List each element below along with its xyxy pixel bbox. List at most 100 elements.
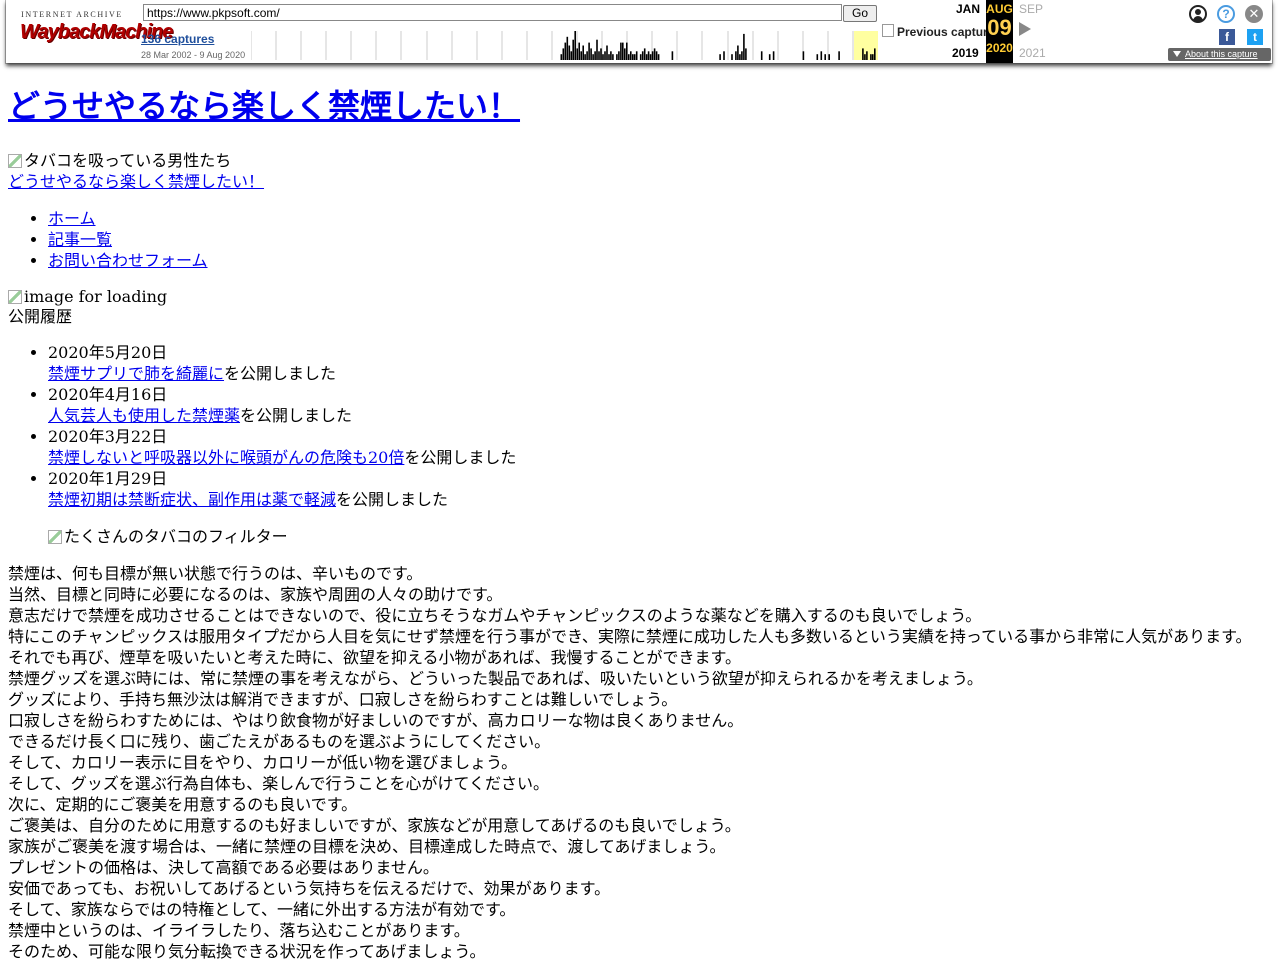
- sparkline-bar: [618, 51, 620, 60]
- sparkline-bar: [735, 51, 737, 60]
- history-link[interactable]: 人気芸人も使用した禁煙薬: [48, 406, 240, 425]
- article-body: 禁煙は、何も目標が無い状態で行うのは、辛いものです。 当然、目標と同時に必要にな…: [8, 563, 1272, 960]
- body-line: そして、カロリー表示に目をやり、カロリーが低い物を選びましょう。: [8, 753, 518, 772]
- sparkline-bar: [604, 51, 606, 60]
- sparkline-bar: [864, 54, 866, 60]
- sparkline-bar: [622, 42, 624, 60]
- sparkline-bar: [870, 54, 872, 60]
- body-line: 禁煙グッズを選ぶ時には、常に禁煙の事を考えながら、どういった製品であれば、吸いた…: [8, 669, 983, 688]
- sparkline-bar: [737, 45, 739, 60]
- list-item: 2020年4月16日 人気芸人も使用した禁煙薬を公開しました: [48, 384, 1272, 426]
- sparkline-bar: [655, 51, 658, 60]
- history-date: 2020年3月22日: [48, 427, 168, 446]
- facebook-icon[interactable]: f: [1219, 29, 1235, 45]
- sparkline-bar: [594, 51, 596, 60]
- sparkline-bar: [612, 54, 614, 60]
- sparkline-bar: [820, 51, 823, 60]
- sparkline-bar: [572, 39, 574, 60]
- sparkline-bar: [768, 54, 771, 60]
- sparkline-bar: [816, 54, 819, 60]
- nav-link-contact[interactable]: お問い合わせフォーム: [48, 251, 208, 270]
- captures-link[interactable]: 136 captures: [141, 32, 214, 46]
- sparkline-bar: [588, 42, 590, 60]
- sparkline-bar: [584, 54, 586, 60]
- list-item: 2020年5月20日 禁煙サプリで肺を綺麗にを公開しました: [48, 342, 1272, 384]
- capture-range: 28 Mar 2002 - 9 Aug 2020: [141, 50, 246, 60]
- body-line: 禁煙は、何も目標が無い状態で行うのは、辛いものです。: [8, 564, 423, 583]
- sparkline-bar: [772, 51, 775, 60]
- sparkline-bar: [872, 54, 874, 60]
- history-link[interactable]: 禁煙初期は禁断症状、副作用は薬で軽減: [48, 490, 336, 509]
- body-line: 次に、定期的にご褒美を用意するのも良いです。: [8, 795, 358, 814]
- url-input[interactable]: [143, 4, 842, 21]
- sparkline-bar: [862, 48, 864, 60]
- year-next: 2021: [1019, 46, 1046, 60]
- sparkline-bar: [649, 54, 652, 60]
- nav-link-home[interactable]: ホーム: [48, 209, 96, 228]
- sparkline-bar: [608, 54, 610, 60]
- sparkline-bar: [626, 42, 628, 60]
- wayback-toolbar: INTERNET ARCHIVE WaybackMachine Go 136 c…: [6, 0, 1272, 63]
- current-capture-date: AUG 09 2020: [986, 0, 1013, 63]
- about-capture-label: About this capture: [1185, 49, 1258, 59]
- filter-image-alt: たくさんのタバコのフィルター: [48, 526, 288, 547]
- body-line: プレゼントの価格は、決して高額である必要はありません。: [8, 858, 439, 877]
- user-account-icon[interactable]: [1189, 5, 1207, 23]
- sparkline-bar: [600, 48, 602, 60]
- nav-item-articles: 記事一覧: [48, 229, 1272, 250]
- sparkline-bar: [628, 54, 630, 60]
- body-line: グッズにより、手持ち無沙汰は解消できますが、口寂しさを紛らわすことは難しいでしょ…: [8, 690, 678, 709]
- history-heading: 公開履歴: [8, 307, 73, 326]
- body-line: 特にこのチャンピックスは服用タイプだから人目を気にせず禁煙を行う事ができ、実際に…: [8, 627, 1252, 646]
- go-button[interactable]: Go: [843, 5, 877, 22]
- history-date: 2020年4月16日: [48, 385, 168, 404]
- logo-main-text: WaybackMachine: [20, 21, 173, 43]
- history-suffix: を公開しました: [336, 490, 449, 509]
- sparkline-bar: [641, 51, 644, 60]
- sparkline-bar: [562, 48, 565, 60]
- close-icon[interactable]: ✕: [1245, 5, 1263, 23]
- sparkline-bar: [592, 54, 594, 60]
- loading-image-alt: image for loading: [8, 286, 167, 307]
- site-title-link[interactable]: どうせやるなら楽しく禁煙したい！: [8, 87, 520, 125]
- sparkline-bar: [719, 54, 721, 60]
- hero-link[interactable]: どうせやるなら楽しく禁煙したい！: [8, 171, 1272, 192]
- dropdown-triangle-icon: [1173, 51, 1181, 57]
- body-line: 禁煙中というのは、イライラしたり、落ち込むことがあります。: [8, 921, 470, 940]
- history-link[interactable]: 禁煙しないと呼吸器以外に喉頭がんの危険も20倍: [48, 448, 404, 467]
- body-line: 当然、目標と同時に必要になるのは、家族や周囲の人々の助けです。: [8, 585, 503, 604]
- filter-image: たくさんのタバコのフィルター: [48, 526, 1272, 547]
- history-suffix: を公開しました: [240, 406, 353, 425]
- sparkline-bar: [633, 54, 636, 60]
- sparkline-bar: [671, 51, 674, 60]
- sparkline-bar: [578, 42, 580, 60]
- month-prev[interactable]: JAN: [956, 2, 980, 16]
- body-line: そして、家族ならではの特権として、一緒に外出する方法が有効です。: [8, 900, 516, 919]
- body-line: 口寂しさを紛らわすためには、やはり飲食物が好ましいのですが、高カロリーな物は良く…: [8, 711, 744, 730]
- history-link[interactable]: 禁煙サプリで肺を綺麗に: [48, 364, 224, 383]
- sparkline-bar: [566, 36, 569, 60]
- wayback-logo[interactable]: INTERNET ARCHIVE WaybackMachine: [20, 10, 173, 50]
- capture-sparkline[interactable]: [251, 31, 878, 60]
- previous-capture-link[interactable]: Previous capture: [882, 24, 986, 39]
- year-prev[interactable]: 2019: [952, 46, 979, 60]
- help-icon[interactable]: ?: [1217, 5, 1235, 23]
- twitter-icon[interactable]: t: [1247, 29, 1263, 45]
- about-capture-button[interactable]: About this capture: [1168, 48, 1271, 61]
- logo-top-text: INTERNET ARCHIVE: [21, 10, 123, 19]
- nav-link-articles[interactable]: 記事一覧: [48, 230, 112, 249]
- sparkline-bar: [824, 54, 826, 60]
- body-line: そのため、可能な限り気分転換できる状況を作ってあげましょう。: [8, 942, 486, 960]
- body-line: できるだけ長く口に残り、歯ごたえがあるものを選ぶようにしてください。: [8, 732, 551, 751]
- body-line: 安価であっても、お祝いしてあげるという気持ちを伝えるだけで、効果があります。: [8, 879, 611, 898]
- next-capture-arrow-icon[interactable]: [1019, 22, 1031, 36]
- body-line: 意志だけで禁煙を成功させることはできないので、役に立ちそうなガムやチャンピックス…: [8, 606, 982, 625]
- month-current: AUG: [986, 2, 1013, 16]
- sparkline-bar: [741, 51, 743, 60]
- sparkline-bar: [598, 51, 600, 60]
- sparkline-bar: [745, 48, 747, 60]
- sparkline-bar: [731, 54, 733, 60]
- sparkline-bar: [657, 54, 660, 60]
- sparkline-bar: [874, 48, 876, 60]
- sparkline-bar: [580, 51, 582, 60]
